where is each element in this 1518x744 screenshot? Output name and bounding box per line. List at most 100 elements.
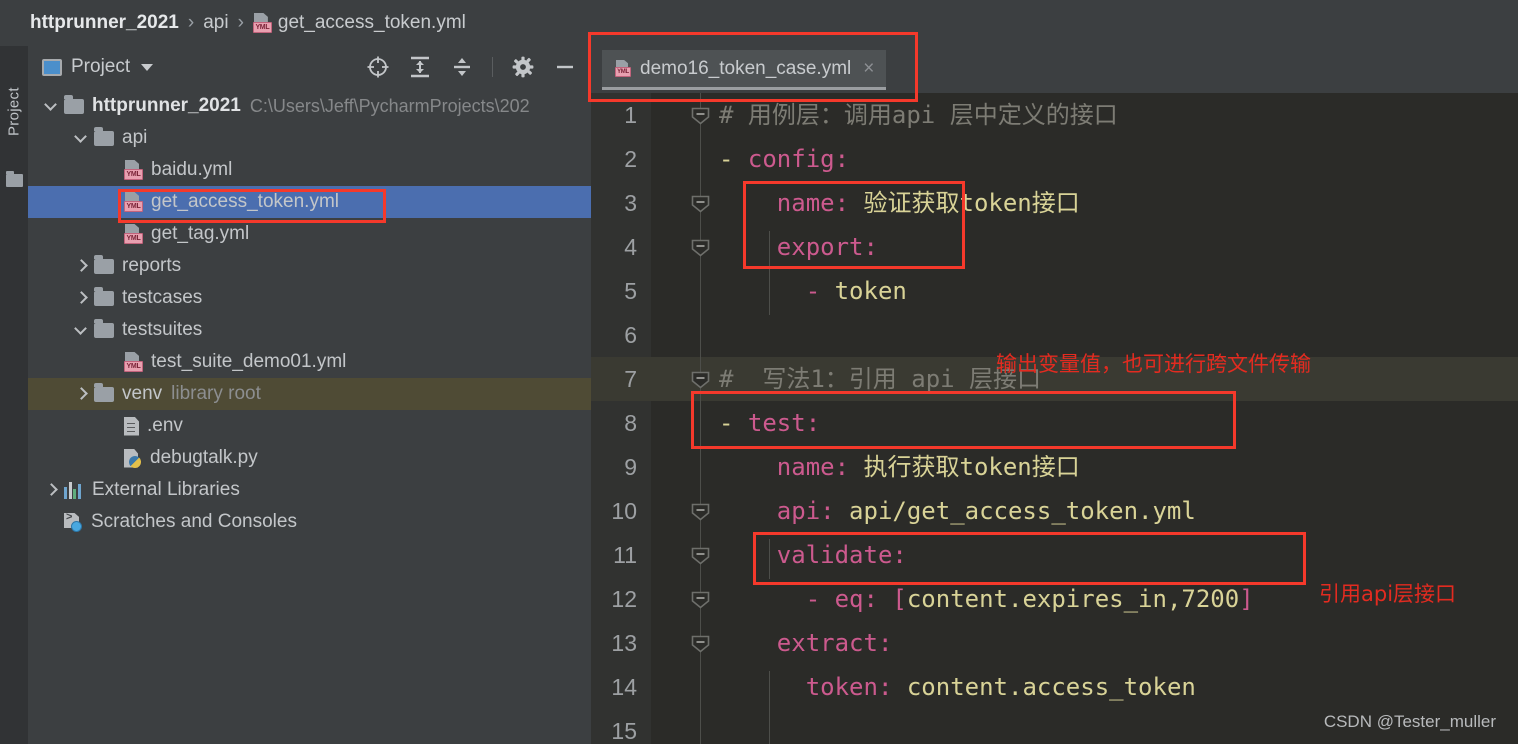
expand-all-icon[interactable] bbox=[408, 55, 432, 79]
breadcrumb-separator-2: › bbox=[237, 12, 244, 33]
fold-marker-collapse[interactable] bbox=[691, 371, 710, 389]
tree-row-label: api bbox=[122, 127, 148, 148]
line-number: 12 bbox=[611, 586, 637, 612]
hide-panel-icon[interactable] bbox=[553, 55, 577, 79]
tree-row[interactable]: httprunner_2021 C:\Users\Jeff\PycharmProj… bbox=[28, 90, 591, 122]
code-line[interactable]: 8 - test: bbox=[591, 401, 1518, 445]
code-line[interactable]: 9 name: 执行获取token接口 bbox=[591, 445, 1518, 489]
tree-row-label: test_suite_demo01.yml bbox=[151, 351, 347, 372]
code-token: - bbox=[719, 409, 748, 437]
breadcrumb-file[interactable]: get_access_token.yml bbox=[278, 12, 466, 34]
chevron-down-icon[interactable] bbox=[74, 131, 88, 145]
code-token: - bbox=[719, 145, 748, 173]
line-number: 13 bbox=[611, 630, 637, 656]
editor-tab-demo16-token-case[interactable]: YML demo16_token_case.yml × bbox=[602, 50, 887, 90]
tree-row[interactable]: YML get_tag.yml bbox=[28, 218, 591, 250]
tree-row-label: httprunner_2021 bbox=[92, 95, 241, 116]
tree-row[interactable]: Scratches and Consoles bbox=[28, 506, 591, 538]
tree-row[interactable]: api bbox=[28, 122, 591, 154]
line-number: 4 bbox=[624, 234, 637, 260]
line-number: 2 bbox=[624, 146, 637, 172]
editor-tab-label: demo16_token_case.yml bbox=[640, 57, 852, 79]
code-line-text: - token bbox=[719, 269, 907, 313]
code-line[interactable]: 4 export: bbox=[591, 225, 1518, 269]
line-number: 10 bbox=[611, 498, 637, 524]
tree-row[interactable]: testsuites bbox=[28, 314, 591, 346]
tool-window-button-project[interactable]: Project bbox=[0, 52, 28, 172]
line-number: 3 bbox=[624, 190, 637, 216]
tree-row-hint: library root bbox=[171, 383, 261, 404]
code-line[interactable]: 11 validate: bbox=[591, 533, 1518, 577]
folder-icon bbox=[94, 126, 114, 146]
tree-row[interactable]: reports bbox=[28, 250, 591, 282]
code-line[interactable]: 10 api: api/get_access_token.yml bbox=[591, 489, 1518, 533]
tree-row-label: reports bbox=[122, 255, 182, 276]
tree-row[interactable]: venv library root bbox=[28, 378, 591, 410]
project-tree[interactable]: httprunner_2021 C:\Users\Jeff\PycharmProj… bbox=[28, 88, 591, 744]
tree-row-label: External Libraries bbox=[92, 479, 240, 500]
chevron-right-icon[interactable] bbox=[44, 483, 58, 497]
code-line-text: name: 执行获取token接口 bbox=[719, 445, 1080, 489]
close-icon[interactable]: × bbox=[863, 59, 874, 78]
chevron-right-icon[interactable] bbox=[74, 387, 88, 401]
code-token: api/get_access_token.yml bbox=[834, 497, 1196, 525]
fold-marker-collapse[interactable] bbox=[691, 195, 710, 213]
code-token: - eq: [ bbox=[805, 585, 907, 613]
code-token: validate: bbox=[776, 541, 907, 569]
indent-guide bbox=[769, 671, 770, 744]
env-file-icon bbox=[124, 416, 139, 436]
chevron-down-icon[interactable] bbox=[74, 323, 88, 337]
breadcrumb: httprunner_2021 › api › YML get_access_t… bbox=[0, 0, 1518, 46]
code-line[interactable]: 1 # 用例层：调用api 层中定义的接口 bbox=[591, 93, 1518, 137]
fold-marker-collapse[interactable] bbox=[691, 107, 710, 125]
code-line[interactable]: 13 extract: bbox=[591, 621, 1518, 665]
fold-marker-collapse[interactable] bbox=[691, 239, 710, 257]
fold-marker-collapse[interactable] bbox=[691, 547, 710, 565]
tree-row[interactable]: YML get_access_token.yml bbox=[28, 186, 591, 218]
tree-row[interactable]: .env bbox=[28, 410, 591, 442]
breadcrumb-folder[interactable]: api bbox=[203, 12, 228, 34]
code-line[interactable]: 2 - config: bbox=[591, 137, 1518, 181]
tree-row[interactable]: External Libraries bbox=[28, 474, 591, 506]
tree-row-label: debugtalk.py bbox=[150, 447, 258, 468]
project-window-icon bbox=[42, 58, 62, 76]
code-line-text: # 写法1：引用 api 层接口 bbox=[719, 357, 1041, 401]
code-line[interactable]: 14 token: content.access_token bbox=[591, 665, 1518, 709]
yml-file-icon: YML bbox=[124, 352, 143, 372]
tree-row[interactable]: debugtalk.py bbox=[28, 442, 591, 474]
fold-marker-collapse[interactable] bbox=[691, 635, 710, 653]
code-line[interactable]: 15 bbox=[591, 709, 1518, 744]
tree-row[interactable]: testcases bbox=[28, 282, 591, 314]
breadcrumb-project[interactable]: httprunner_2021 bbox=[30, 12, 179, 34]
collapse-all-icon[interactable] bbox=[450, 55, 474, 79]
settings-gear-icon[interactable] bbox=[511, 55, 535, 79]
code-editor[interactable]: CSDN @Tester_muller 1 # 用例层：调用api 层中定义的接口… bbox=[591, 93, 1518, 744]
project-panel-header: Project bbox=[28, 46, 591, 88]
fold-marker-collapse[interactable] bbox=[691, 503, 710, 521]
fold-marker-collapse[interactable] bbox=[691, 591, 710, 609]
locate-target-icon[interactable] bbox=[366, 55, 390, 79]
code-line[interactable]: 3 name: 验证获取token接口 bbox=[591, 181, 1518, 225]
chevron-right-icon[interactable] bbox=[74, 291, 88, 305]
code-token: content.expires_in,7200 bbox=[906, 585, 1240, 613]
code-line[interactable]: 5 - token bbox=[591, 269, 1518, 313]
chevron-down-icon[interactable] bbox=[141, 63, 154, 71]
python-file-icon bbox=[124, 448, 142, 468]
annotation-text: 输出变量值，也可进行跨文件传输 bbox=[996, 352, 1311, 376]
chevron-right-icon[interactable] bbox=[74, 259, 88, 273]
tree-row[interactable]: YML baidu.yml bbox=[28, 154, 591, 186]
code-token: extract: bbox=[776, 629, 893, 657]
chevron-down-icon[interactable] bbox=[44, 99, 58, 113]
yml-file-icon: YML bbox=[124, 160, 143, 180]
tree-row[interactable]: YML test_suite_demo01.yml bbox=[28, 346, 591, 378]
ide-window: httprunner_2021 › api › YML get_access_t… bbox=[0, 0, 1518, 744]
folder-icon bbox=[94, 318, 114, 338]
yml-file-icon: YML bbox=[124, 192, 143, 212]
